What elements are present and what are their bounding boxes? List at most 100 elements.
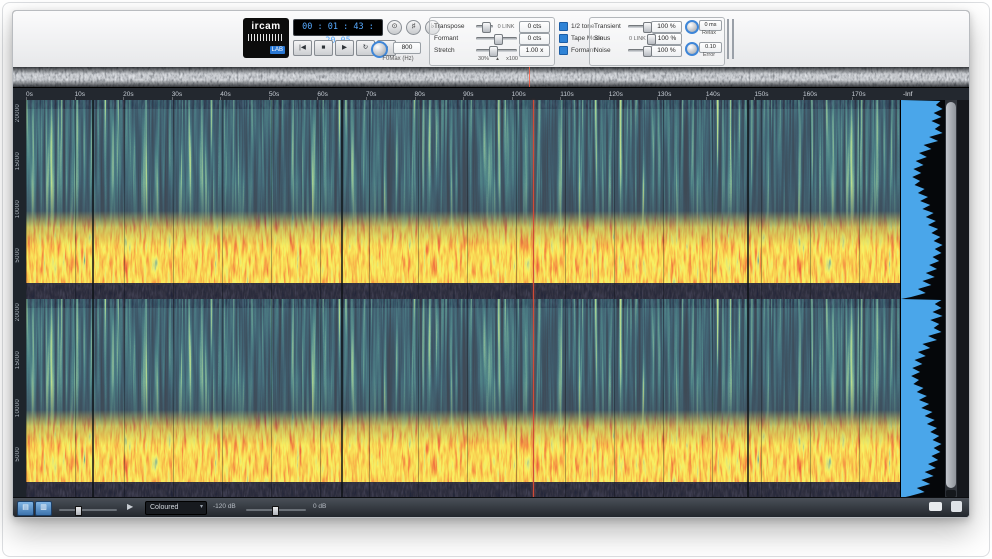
- freq-label: 20000: [15, 104, 21, 122]
- toolbar-divider: [727, 19, 729, 59]
- stretch-label: Stretch: [434, 47, 474, 54]
- bottom-bar: ▤ ▥ ▶ Coloured ▾ -120 dB 0 dB: [13, 497, 969, 517]
- display-mode-select[interactable]: Coloured ▾: [145, 501, 207, 515]
- logo-barcode: [248, 34, 284, 41]
- spectrum-meter-right: [901, 299, 946, 498]
- relax-cluster: 0 ms Relax: [685, 20, 721, 41]
- f0max-value[interactable]: 800: [393, 42, 421, 54]
- dual-view-button[interactable]: ▥: [35, 501, 52, 516]
- channel-lowfreq-texture: [26, 211, 900, 285]
- transient-marker-line: [341, 100, 343, 498]
- transient-slider[interactable]: [628, 22, 649, 31]
- formant-slider[interactable]: [476, 34, 517, 43]
- channel-lowfreq-texture: [26, 410, 900, 484]
- spectrum-meter: [900, 100, 946, 498]
- formant-label: Formant: [434, 35, 474, 42]
- slider-thumb[interactable]: [494, 34, 503, 45]
- slider-thumb[interactable]: [272, 506, 279, 516]
- freq-label: 10000: [15, 399, 21, 417]
- sinus-row: Sinus 0 LINK 100 %: [594, 33, 682, 44]
- transpose-row: Transpose 0 LINK 0 cts: [434, 21, 550, 32]
- sinus-value[interactable]: 100 %: [652, 33, 682, 45]
- scrollbar-thumb[interactable]: [946, 102, 956, 488]
- error-label: Error: [697, 52, 721, 58]
- transpose-slider[interactable]: [476, 22, 493, 31]
- formant-value[interactable]: 0 cts: [519, 33, 550, 45]
- engine-group: Transient 100 % Sinus 0 LINK 100 % Noise: [589, 17, 725, 66]
- f0max-label: F0Max (Hz): [365, 56, 431, 62]
- checkbox-icon: [559, 22, 568, 31]
- stretch-range-max: x100: [506, 56, 518, 62]
- stretch-range: 30% ▴ x100: [478, 56, 518, 62]
- chat-bubble-icon[interactable]: [929, 502, 942, 511]
- transient-row: Transient 100 %: [594, 21, 682, 32]
- toolbar: ircam LAB 00 : 01 : 43 : 20.05 ⊙ ♯ ♭ |◀ …: [13, 11, 969, 68]
- stretch-range-marker-icon: ▴: [496, 56, 499, 62]
- chevron-down-icon: ▾: [200, 502, 203, 513]
- db-range-slider[interactable]: [246, 506, 306, 514]
- vertical-scrollbar[interactable]: [945, 100, 957, 498]
- playhead-cursor[interactable]: [533, 100, 534, 498]
- slider-thumb[interactable]: [75, 506, 82, 516]
- transpose-value[interactable]: 0 cts: [519, 21, 550, 33]
- noise-slider[interactable]: [628, 46, 649, 55]
- panel-icon[interactable]: [951, 501, 962, 512]
- timecode-display: 00 : 01 : 43 : 20.05: [293, 19, 383, 36]
- db-range-max-label: 0 dB: [313, 503, 326, 510]
- logo-badge: LAB: [270, 46, 285, 54]
- freq-label: 10000: [15, 200, 21, 218]
- slider-thumb[interactable]: [643, 46, 652, 57]
- track-view-button[interactable]: ▤: [17, 501, 34, 516]
- transient-label: Transient: [594, 23, 626, 30]
- sinus-label: Sinus: [594, 35, 625, 42]
- relax-label: Relax: [697, 30, 721, 36]
- transpose-label: Transpose: [434, 23, 474, 30]
- transpose-link-label: 0 LINK: [495, 24, 517, 30]
- db-range-min-label: -120 dB: [213, 503, 236, 510]
- transient-marker-line: [747, 100, 749, 498]
- waveform-overview[interactable]: [13, 67, 969, 87]
- overview-waveform-texture: [13, 67, 969, 87]
- stretch-value[interactable]: 1.00 x: [519, 45, 550, 57]
- spectrum-meter-left: [901, 100, 946, 299]
- go-to-start-button[interactable]: |◀: [293, 40, 312, 56]
- noise-value[interactable]: 100 %: [651, 45, 682, 57]
- slider-thumb[interactable]: [647, 34, 656, 45]
- zoom-slider[interactable]: [59, 506, 117, 514]
- overview-playhead-marker[interactable]: [529, 67, 530, 87]
- pitch-stretch-group: Transpose 0 LINK 0 cts Formant 0 cts Str…: [429, 17, 555, 66]
- error-cluster: 0.10 Error: [685, 42, 721, 63]
- freq-label: 20000: [15, 303, 21, 321]
- slider-thumb[interactable]: [482, 22, 491, 33]
- logo-brand: ircam: [243, 21, 289, 32]
- semitone-sharp-button[interactable]: ♯: [406, 20, 421, 35]
- app-window: ircam LAB 00 : 01 : 43 : 20.05 ⊙ ♯ ♭ |◀ …: [12, 10, 970, 518]
- spectrogram-channel-left[interactable]: [26, 100, 900, 299]
- transient-value[interactable]: 100 %: [651, 21, 682, 33]
- checkbox-icon: [559, 34, 568, 43]
- play-button[interactable]: ▶: [335, 40, 354, 56]
- slider-thumb[interactable]: [643, 22, 652, 33]
- noise-label: Noise: [594, 47, 626, 54]
- time-ruler[interactable]: 0s 10s 20s 30s 40s 50s 60s 70s 80s 90s 1…: [13, 87, 969, 101]
- spectrogram-area: 20000 15000 10000 5000 20000 15000 10000…: [13, 100, 969, 498]
- spectrogram-channel-right[interactable]: [26, 299, 900, 498]
- snap-button[interactable]: ⊙: [387, 20, 402, 35]
- scrollbar-end: [946, 490, 956, 497]
- preview-play-icon[interactable]: ▶: [127, 502, 133, 511]
- display-mode-value: Coloured: [150, 504, 178, 511]
- frequency-axis: 20000 15000 10000 5000 20000 15000 10000…: [13, 100, 26, 498]
- stop-button[interactable]: ■: [314, 40, 333, 56]
- stretch-row: Stretch 1.00 x: [434, 45, 550, 56]
- freq-label: 15000: [15, 351, 21, 369]
- right-gutter: [957, 100, 969, 498]
- stretch-slider[interactable]: [476, 46, 517, 55]
- freq-label: 5000: [15, 447, 21, 462]
- noise-row: Noise 100 %: [594, 45, 682, 56]
- freq-label: 15000: [15, 152, 21, 170]
- sinus-link-label: 0 LINK: [627, 36, 648, 42]
- meter-scale-label: -Inf: [900, 91, 948, 98]
- transient-marker-line: [92, 100, 94, 498]
- ircam-lab-logo: ircam LAB: [243, 18, 289, 58]
- channel-waveform-band: [26, 283, 900, 299]
